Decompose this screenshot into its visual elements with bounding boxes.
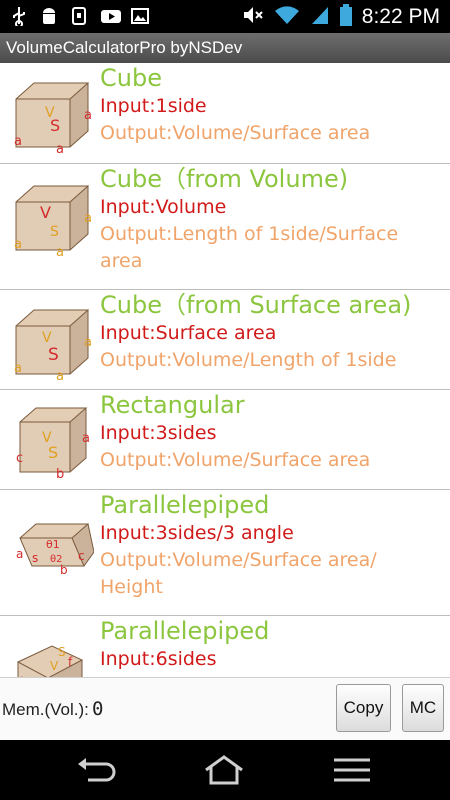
item-output: Output:Volume/Length of 1side bbox=[100, 349, 397, 371]
svg-text:a: a bbox=[56, 245, 64, 256]
list-item-parallelepiped-sides[interactable]: S V d f Parallelepiped Input:6sides bbox=[0, 616, 450, 677]
item-output: Output:Volume/Surface area/ bbox=[100, 549, 377, 571]
svg-text:θ1: θ1 bbox=[46, 538, 60, 551]
svg-text:a: a bbox=[82, 431, 90, 446]
svg-text:a: a bbox=[14, 361, 22, 376]
svg-text:b: b bbox=[60, 563, 68, 577]
clock: 8:22 PM bbox=[361, 5, 440, 28]
item-title: Cube bbox=[100, 64, 162, 92]
cube-icon: V S a a a bbox=[14, 82, 92, 153]
svg-text:S: S bbox=[48, 345, 59, 365]
list-item-cube-from-volume[interactable]: V S a a a Cube（from Volume) Input:Volume… bbox=[0, 164, 450, 290]
svg-text:c: c bbox=[16, 451, 23, 466]
svg-text:c: c bbox=[78, 549, 85, 563]
item-output-cont: area bbox=[100, 250, 143, 272]
item-input: Input:1side bbox=[100, 95, 207, 117]
memory-label: Mem.(Vol.): bbox=[2, 700, 89, 719]
item-input: Input:Surface area bbox=[100, 322, 277, 344]
svg-text:S: S bbox=[48, 443, 58, 462]
home-icon[interactable] bbox=[202, 754, 246, 786]
youtube-icon bbox=[100, 6, 121, 24]
back-icon[interactable] bbox=[74, 754, 118, 786]
list-item-cube[interactable]: V S a a a Cube Input:1side Output:Volume… bbox=[0, 63, 450, 164]
svg-text:s: s bbox=[32, 551, 38, 565]
calculator-list[interactable]: V S a a a Cube Input:1side Output:Volume… bbox=[0, 63, 450, 677]
notification-icons bbox=[10, 6, 149, 28]
usb-icon bbox=[10, 6, 28, 28]
item-input: Input:3sides/3 angle bbox=[100, 522, 294, 544]
item-output: Output:Volume/Surface area bbox=[100, 122, 371, 144]
item-output-cont: Height bbox=[100, 576, 163, 598]
cube-volume-icon: V S a a a bbox=[14, 185, 92, 256]
item-output: Output:Volume/Surface area bbox=[100, 449, 371, 471]
signal-icon bbox=[310, 4, 330, 30]
parallelepiped-sides-icon: S V d f bbox=[16, 645, 84, 677]
svg-text:V: V bbox=[42, 330, 52, 346]
list-item-rectangular[interactable]: V S a c b Rectangular Input:3sides Outpu… bbox=[0, 390, 450, 490]
svg-text:a: a bbox=[14, 237, 22, 252]
parallelepiped-icon: θ1 θ2 a s b c bbox=[16, 523, 94, 577]
svg-text:S: S bbox=[50, 116, 60, 135]
app-title: VolumeCalculatorPro byNSDev bbox=[0, 33, 450, 63]
menu-icon[interactable] bbox=[330, 754, 374, 786]
list-item-cube-from-surface[interactable]: V S a a a Cube（from Surface area) Input:… bbox=[0, 290, 450, 390]
android-icon bbox=[40, 6, 58, 24]
item-input: Input:3sides bbox=[100, 422, 217, 444]
memory-value: 0 bbox=[92, 698, 104, 720]
item-title: Parallelepiped bbox=[100, 617, 270, 645]
item-title: Cube（from Volume) bbox=[100, 165, 349, 193]
wifi-icon bbox=[274, 4, 300, 30]
svg-text:S: S bbox=[58, 645, 66, 659]
svg-text:S: S bbox=[50, 224, 59, 240]
svg-text:b: b bbox=[56, 467, 64, 480]
nfc-icon bbox=[70, 6, 88, 25]
svg-text:a: a bbox=[84, 211, 92, 226]
svg-text:a: a bbox=[84, 108, 92, 123]
svg-text:a: a bbox=[16, 547, 23, 561]
list-item-parallelepiped-angles[interactable]: θ1 θ2 a s b c Parallelepiped Input:3side… bbox=[0, 490, 450, 616]
svg-text:a: a bbox=[84, 335, 92, 350]
svg-text:a: a bbox=[56, 142, 64, 153]
item-title: Cube（from Surface area) bbox=[100, 291, 412, 319]
item-title: Parallelepiped bbox=[100, 491, 270, 519]
memory-clear-button[interactable]: MC bbox=[402, 684, 444, 732]
svg-text:V: V bbox=[40, 203, 51, 222]
rectangular-box-icon: V S a c b bbox=[16, 407, 90, 480]
svg-text:V: V bbox=[50, 659, 59, 673]
battery-icon bbox=[339, 4, 352, 30]
item-input: Input:6sides bbox=[100, 648, 217, 670]
memory-bar: Mem.(Vol.): 0 Copy MC bbox=[0, 677, 450, 740]
cube-surface-icon: V S a a a bbox=[14, 309, 92, 380]
item-title: Rectangular bbox=[100, 391, 245, 419]
status-bar: 8:22 PM bbox=[0, 0, 450, 33]
svg-text:a: a bbox=[56, 369, 64, 380]
navigation-bar bbox=[0, 740, 450, 800]
copy-button[interactable]: Copy bbox=[336, 684, 391, 732]
mute-icon bbox=[242, 4, 264, 30]
svg-text:a: a bbox=[14, 134, 22, 149]
item-input: Input:Volume bbox=[100, 196, 227, 218]
photo-icon bbox=[130, 6, 149, 24]
system-icons: 8:22 PM bbox=[242, 4, 440, 30]
item-output: Output:Length of 1side/Surface bbox=[100, 223, 399, 245]
